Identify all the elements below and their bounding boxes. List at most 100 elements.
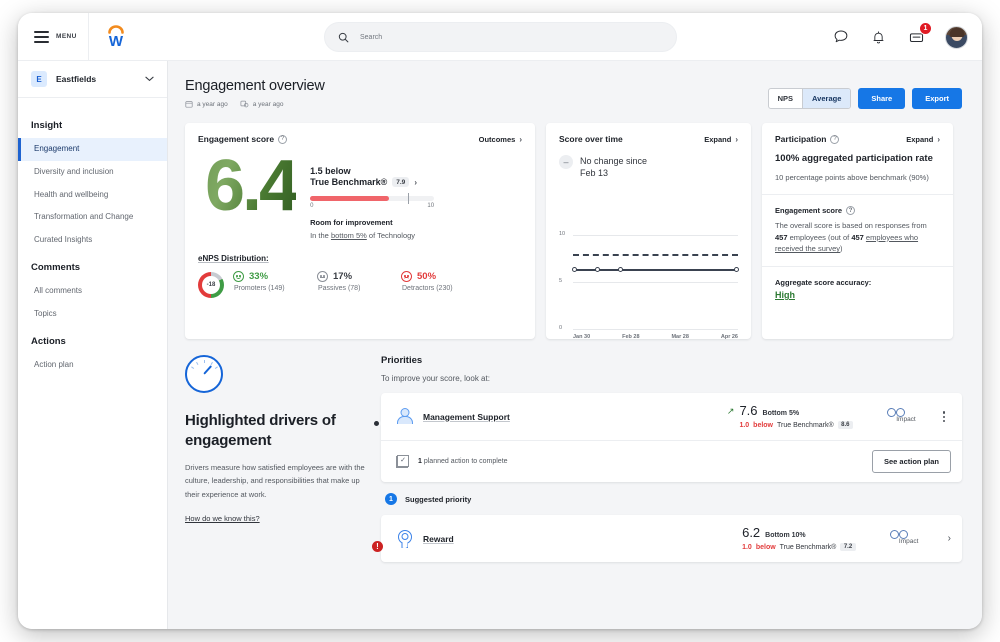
sidebar-item-health-and-wellbeing[interactable]: Health and wellbeing (18, 184, 167, 207)
enps-passives-label: Passives (78) (317, 285, 401, 292)
sidebar-item-transformation-and-change[interactable]: Transformation and Change (18, 206, 167, 229)
priority-benchmark-value: 7.2 (840, 543, 855, 551)
priority-row-reward[interactable]: ! Reward 6.2 Bottom 10% (381, 515, 962, 562)
share-button[interactable]: Share (858, 88, 905, 109)
explainer-text-2: employees (out of (788, 233, 852, 242)
see-action-plan-button[interactable]: See action plan (872, 450, 951, 473)
refresh-icon (240, 100, 249, 108)
sidebar-heading-insight: Insight (18, 110, 167, 138)
no-change-icon: – (559, 155, 573, 169)
top-bar-actions: 1 (831, 13, 968, 61)
participation-subtext: 10 percentage points above benchmark (90… (775, 172, 940, 183)
priority-delta: 1.0 (742, 544, 752, 551)
sidebar: E Eastfields Insight Engagement Diversit… (18, 61, 168, 629)
priority-benchmark-row: 1.0 below True Benchmark® 8.6 (739, 421, 853, 429)
toggle-option-average[interactable]: Average (802, 89, 850, 108)
menu-label: MENU (56, 33, 77, 40)
priority-rank: Bottom 5% (763, 410, 800, 417)
participation-header: Participation ? Expand › (775, 134, 940, 144)
score-accuracy-section: Aggregate score accuracy: High (762, 267, 953, 311)
score-bar-track (310, 196, 434, 201)
priority-rank: Bottom 10% (765, 532, 805, 539)
score-series-line (573, 269, 738, 271)
sidebar-item-curated-insights[interactable]: Curated Insights (18, 229, 167, 252)
priority-score-col: 6.2 Bottom 10% 1.0 below True Benchmark®… (742, 526, 856, 551)
data-point-apr-26 (734, 267, 739, 272)
participation-card: Participation ? Expand › 100% aggregated… (762, 123, 953, 339)
score-bar-labels: 0 10 (310, 203, 434, 209)
workday-logo-icon[interactable]: W (89, 24, 143, 50)
enps-distribution: -18 33% Promoters (149) (198, 271, 522, 298)
person-icon (396, 408, 413, 425)
sidebar-item-action-plan[interactable]: Action plan (18, 354, 167, 377)
participation-headline: 100% aggregated participation rate (775, 153, 940, 166)
inbox-icon[interactable]: 1 (907, 28, 926, 47)
smiley-neutral-icon (317, 271, 328, 282)
explainer-text: The overall score is based on responses … (775, 220, 940, 255)
toggle-option-nps[interactable]: NPS (769, 89, 802, 108)
sidebar-item-all-comments[interactable]: All comments (18, 280, 167, 303)
how-do-we-know-link[interactable]: How do we know this? (185, 514, 260, 523)
chevron-right-icon: › (519, 135, 522, 144)
enps-detractors-label: Detractors (230) (401, 285, 485, 292)
drivers-title: Highlighted drivers of engagement (185, 411, 367, 450)
engagement-score-card: Engagement score ? Outcomes › 6.4 1.5 be… (185, 123, 535, 339)
main-content: Engagement overview a year ago (168, 61, 982, 629)
sidebar-item-diversity-and-inclusion[interactable]: Diversity and inclusion (18, 161, 167, 184)
page-header: Engagement overview a year ago (168, 61, 982, 109)
priority-benchmark-label: True Benchmark® (780, 544, 837, 551)
priority-score-block: ↗ 7.6 Bottom 5% 1.0 below (727, 404, 853, 429)
chevron-right-icon[interactable]: › (948, 533, 951, 544)
export-button[interactable]: Export (912, 88, 962, 109)
priority-row-management-support[interactable]: Management Support ↗ 7.6 Bottom 5% (381, 393, 962, 482)
enps-promoters-top: 33% (233, 271, 317, 282)
score-bar-min: 0 (310, 203, 313, 209)
row-menu-icon[interactable] (937, 411, 951, 422)
participation-expand[interactable]: Expand › (906, 135, 940, 144)
impact-indicator[interactable]: Impact (882, 530, 936, 548)
planned-action-count: 1 (418, 458, 422, 465)
search-icon (338, 32, 349, 43)
chevron-right-icon: › (735, 135, 738, 144)
score-over-time-expand[interactable]: Expand › (704, 135, 738, 144)
sidebar-nav: Insight Engagement Diversity and inclusi… (18, 98, 167, 376)
no-change-status: – No change since Feb 13 (559, 155, 738, 179)
sidebar-item-topics[interactable]: Topics (18, 303, 167, 326)
score-over-time-card: Score over time Expand › – No change sin… (546, 123, 751, 339)
improvement-pre: In the (310, 231, 331, 240)
help-icon[interactable]: ? (846, 206, 855, 215)
data-point-2 (595, 267, 600, 272)
impact-label: Impact (899, 538, 919, 545)
benchmark-dashed-line (573, 254, 738, 256)
help-icon[interactable]: ? (278, 135, 287, 144)
participation-section: Participation ? Expand › 100% aggregated… (762, 123, 953, 195)
benchmark-delta: 1.5 below (310, 166, 464, 176)
bell-icon[interactable] (869, 28, 888, 47)
benchmark-value: 7.9 (392, 177, 409, 187)
priorities-subtext: To improve your score, look at: (381, 374, 962, 383)
enps-passives: 17% Passives (78) (317, 271, 401, 292)
app-window: MENU W Search (18, 13, 982, 629)
chat-icon[interactable] (831, 28, 850, 47)
improvement-link[interactable]: bottom 5% (331, 231, 367, 240)
engagement-score-explainer: Engagement score ? The overall score is … (762, 195, 953, 267)
priority-name[interactable]: Management Support (423, 412, 510, 422)
priority-name[interactable]: Reward (423, 534, 454, 544)
metric-toggle[interactable]: NPS Average (768, 88, 852, 109)
outcomes-link[interactable]: Outcomes › (479, 135, 522, 144)
org-switcher[interactable]: E Eastfields (18, 61, 167, 98)
priority-delta-word: below (753, 422, 773, 429)
improvement-subtitle: In the bottom 5% of Technology (310, 231, 464, 240)
menu-button[interactable]: MENU (18, 13, 89, 60)
benchmark-chevron-icon[interactable]: › (414, 178, 417, 187)
sidebar-item-engagement[interactable]: Engagement (18, 138, 167, 161)
avatar[interactable] (945, 26, 968, 49)
engagement-card-title: Engagement score (198, 134, 274, 144)
page-meta: a year ago a year ago (185, 100, 325, 108)
help-icon[interactable]: ? (830, 135, 839, 144)
impact-indicator[interactable]: Impact (879, 408, 933, 426)
search-input[interactable]: Search (324, 22, 677, 52)
no-change-line2: Feb 13 (580, 168, 608, 178)
inbox-badge: 1 (919, 22, 932, 35)
data-point-jan-30 (572, 267, 577, 272)
